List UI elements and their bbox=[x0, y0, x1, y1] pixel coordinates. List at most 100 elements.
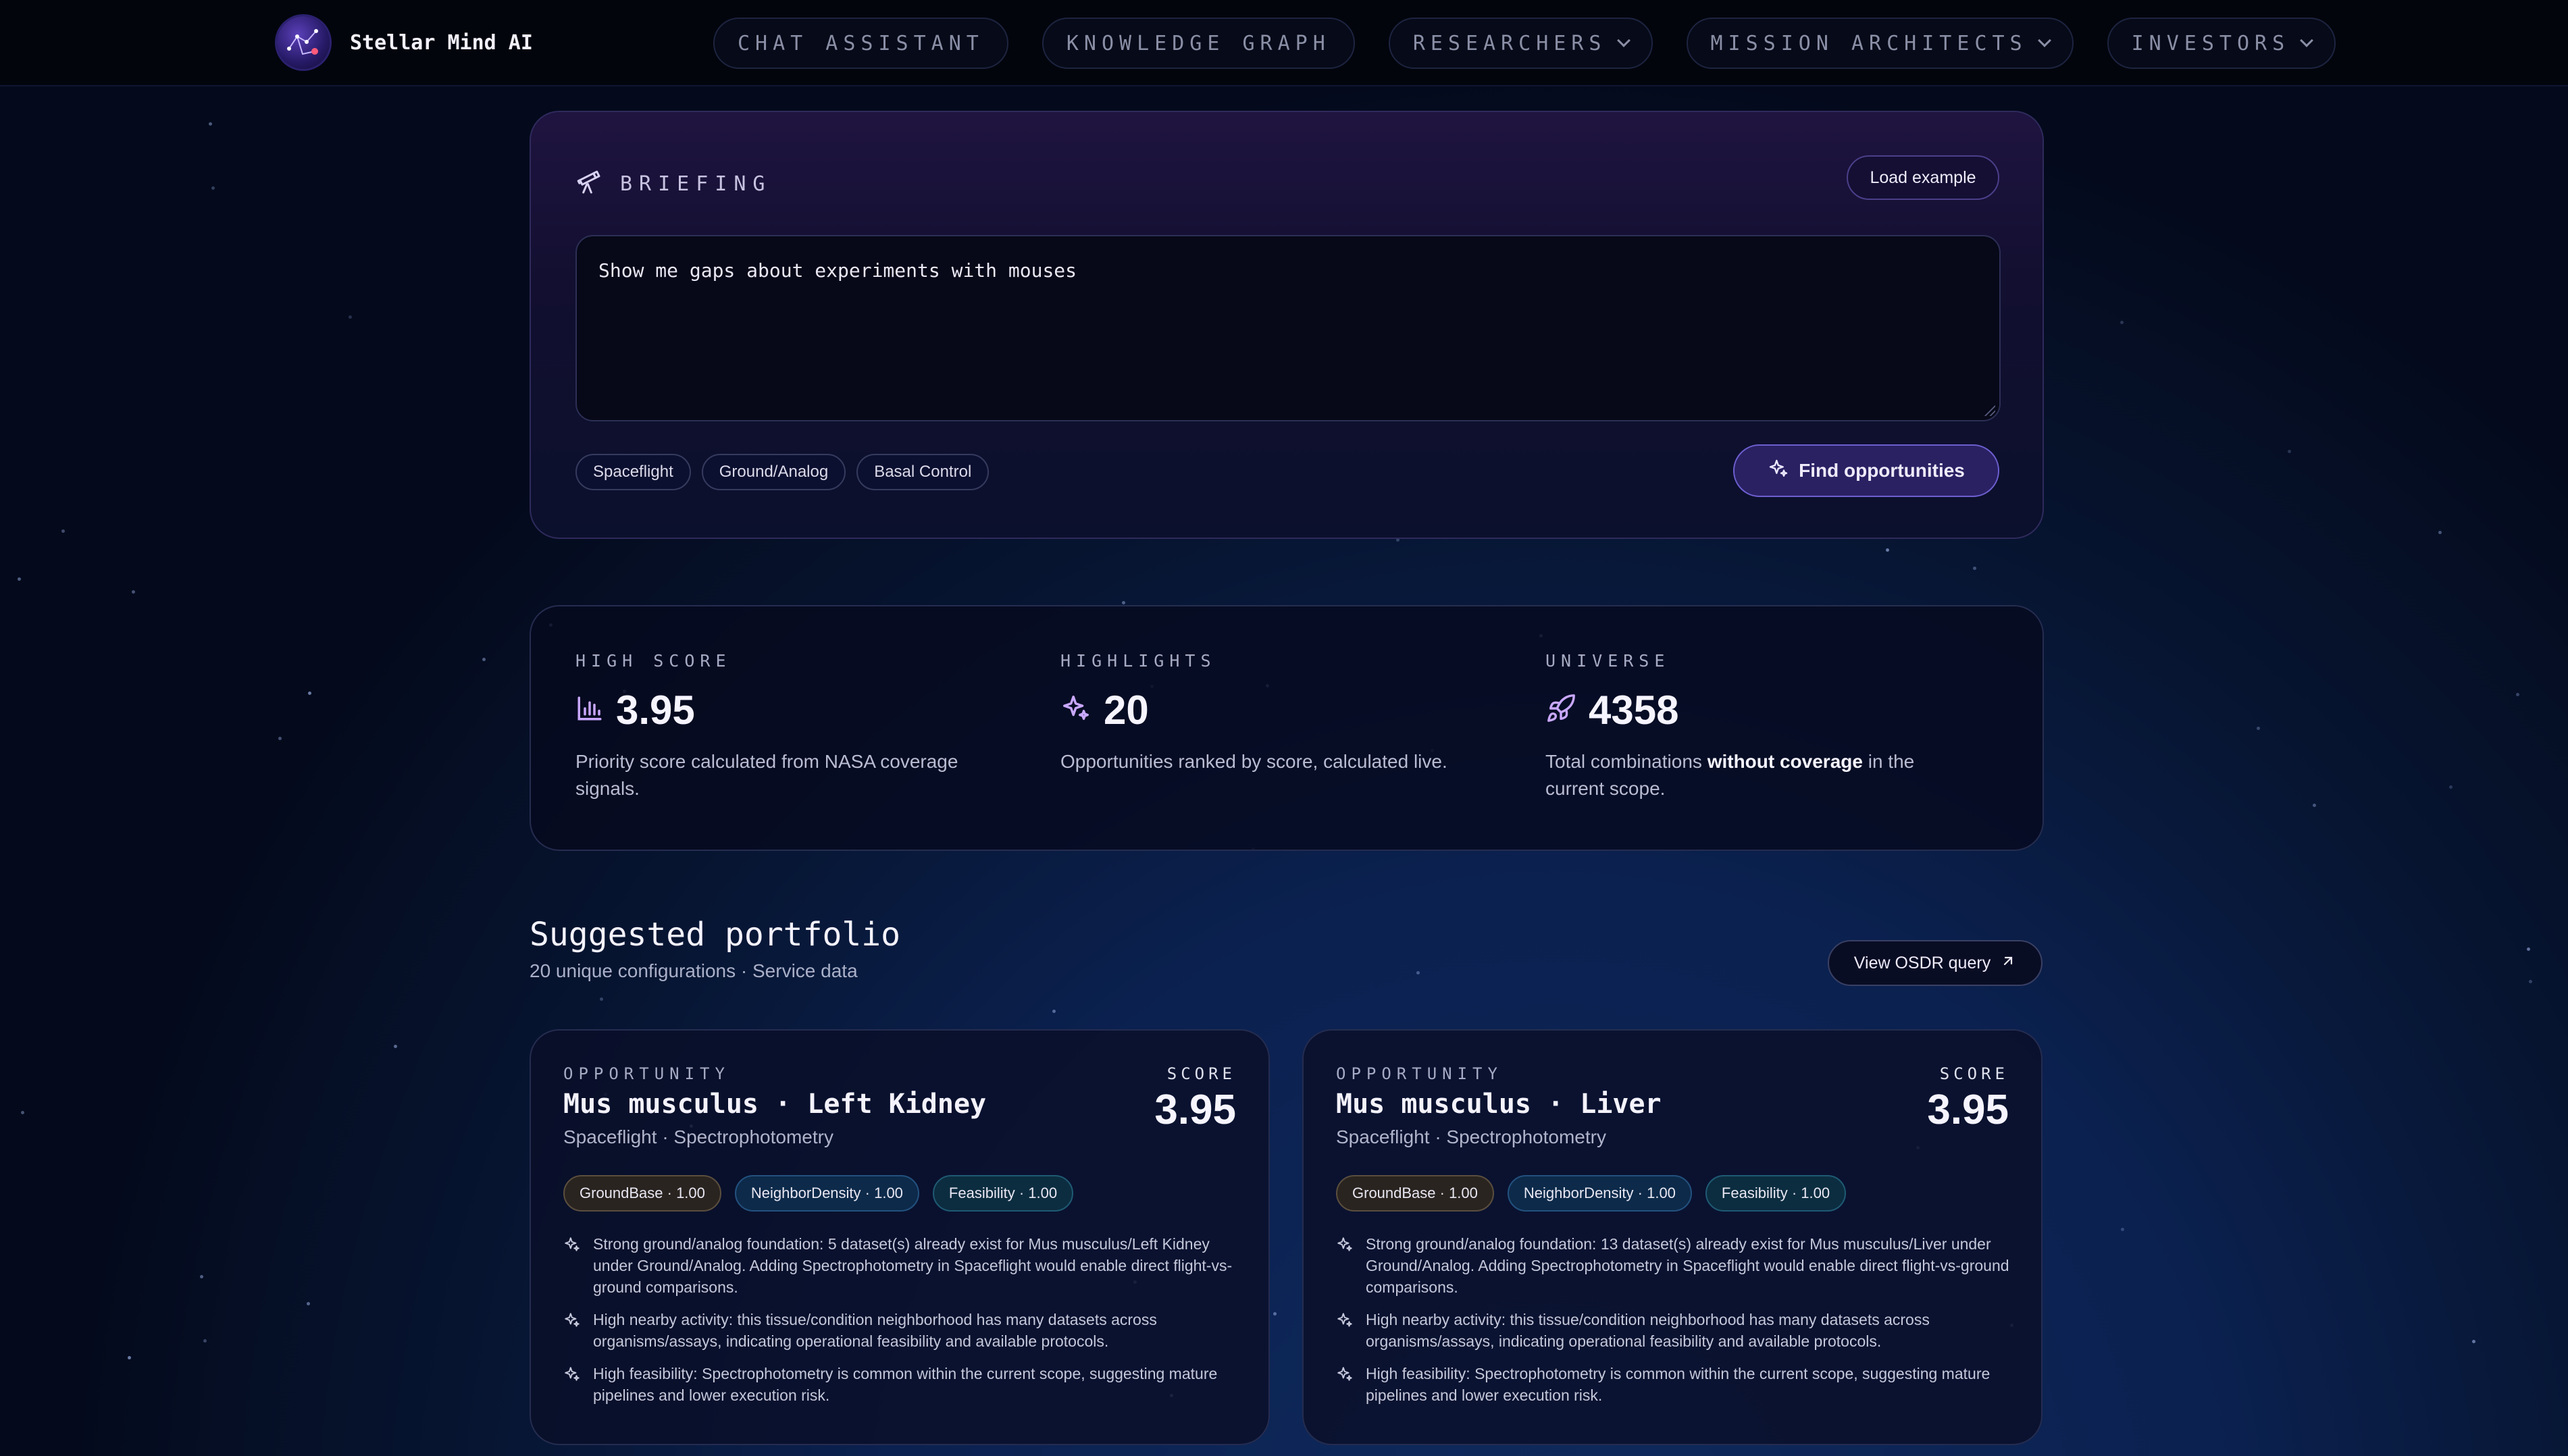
tag-groundbase: GroundBase · 1.00 bbox=[1336, 1175, 1494, 1212]
star-dot bbox=[2257, 727, 2260, 730]
star-dot bbox=[2288, 450, 2291, 453]
tag-feasibility: Feasibility · 1.00 bbox=[932, 1175, 1074, 1212]
nav-researchers[interactable]: RESEARCHERS bbox=[1388, 18, 1653, 69]
portfolio-title: Suggested portfolio bbox=[530, 916, 901, 954]
bullet-text: High feasibility: Spectrophotometry is c… bbox=[1366, 1365, 1991, 1404]
sparkle-icon bbox=[1336, 1366, 1354, 1406]
chip-spaceflight[interactable]: Spaceflight bbox=[575, 454, 691, 490]
bullet-text: High nearby activity: this tissue/condit… bbox=[593, 1311, 1157, 1350]
star-dot bbox=[2516, 693, 2519, 696]
chevron-down-icon bbox=[1616, 34, 1630, 47]
nav-knowledge-graph[interactable]: KNOWLEDGE GRAPH bbox=[1042, 18, 1355, 69]
score-value: 3.95 bbox=[1154, 1087, 1236, 1133]
stat-label: HIGH SCORE bbox=[575, 651, 731, 671]
star-dot bbox=[278, 737, 282, 740]
list-item: Strong ground/analog foundation: 13 data… bbox=[1336, 1233, 2011, 1298]
nav-mission-architects[interactable]: MISSION ARCHITECTS bbox=[1686, 18, 2074, 69]
opportunity-title: Mus musculus · Left Kidney bbox=[563, 1089, 987, 1120]
rocket-icon bbox=[1545, 693, 1576, 727]
sparkle-icon bbox=[563, 1366, 581, 1406]
stat-description: Opportunities ranked by score, calculate… bbox=[1060, 751, 1447, 772]
opportunity-label: OPPORTUNITY bbox=[563, 1064, 730, 1083]
nav-label: INVESTORS bbox=[2131, 31, 2290, 55]
chip-basal-control[interactable]: Basal Control bbox=[856, 454, 990, 490]
sparkle-icon bbox=[1768, 458, 1789, 484]
star-dot bbox=[1886, 548, 1889, 552]
opportunity-subtitle: Spaceflight · Spectrophotometry bbox=[1336, 1126, 1606, 1147]
star-dot bbox=[21, 1111, 24, 1114]
nav-label: CHAT ASSISTANT bbox=[738, 31, 984, 55]
chip-ground-analog[interactable]: Ground/Analog bbox=[701, 454, 846, 490]
list-item: High feasibility: Spectrophotometry is c… bbox=[563, 1363, 1239, 1406]
bullet-text: Strong ground/analog foundation: 13 data… bbox=[1366, 1235, 2009, 1296]
chevron-down-icon bbox=[2037, 34, 2051, 47]
star-dot bbox=[349, 315, 352, 319]
stat-label: HIGHLIGHTS bbox=[1060, 651, 1216, 671]
resize-handle-icon[interactable] bbox=[1983, 404, 1995, 416]
stat-value: 4358 bbox=[1589, 687, 1679, 733]
find-opportunities-label: Find opportunities bbox=[1799, 460, 1965, 481]
bar-chart-icon bbox=[575, 694, 604, 726]
list-item: High nearby activity: this tissue/condit… bbox=[1336, 1309, 2011, 1352]
find-opportunities-button[interactable]: Find opportunities bbox=[1733, 444, 1999, 497]
opportunity-title: Mus musculus · Liver bbox=[1336, 1089, 1662, 1120]
stat-high-score: HIGH SCORE 3.95 Priority score calculate… bbox=[575, 651, 1008, 802]
stats-panel: HIGH SCORE 3.95 Priority score calculate… bbox=[530, 605, 2044, 851]
tag-groundbase: GroundBase · 1.00 bbox=[563, 1175, 721, 1212]
score-label: SCORE bbox=[1939, 1064, 2009, 1083]
opportunity-card[interactable]: OPPORTUNITY Mus musculus · Liver Spacefl… bbox=[1302, 1029, 2043, 1445]
score-label: SCORE bbox=[1166, 1064, 1236, 1083]
stat-universe: UNIVERSE 4358 Total combinations without… bbox=[1545, 651, 1978, 802]
chevron-down-icon bbox=[2300, 34, 2314, 47]
stat-value: 3.95 bbox=[616, 687, 695, 733]
star-dot bbox=[203, 1339, 207, 1343]
top-navbar: Stellar Mind AI CHAT ASSISTANT KNOWLEDGE… bbox=[0, 0, 2568, 86]
tag-feasibility: Feasibility · 1.00 bbox=[1705, 1175, 1847, 1212]
nav-investors[interactable]: INVESTORS bbox=[2107, 18, 2336, 69]
star-dot bbox=[600, 997, 603, 1001]
star-dot bbox=[2313, 804, 2316, 807]
star-dot bbox=[2438, 531, 2442, 534]
stat-value: 20 bbox=[1104, 687, 1149, 733]
star-dot bbox=[1273, 1312, 1277, 1316]
sparkle-icon bbox=[563, 1236, 581, 1298]
star-dot bbox=[307, 1302, 310, 1305]
stat-description: Priority score calculated from NASA cove… bbox=[575, 751, 958, 799]
sparkle-icon bbox=[563, 1311, 581, 1352]
brand[interactable]: Stellar Mind AI bbox=[277, 16, 533, 69]
star-dot bbox=[308, 692, 311, 695]
load-example-button[interactable]: Load example bbox=[1847, 155, 1999, 200]
star-dot bbox=[2121, 1228, 2124, 1231]
query-textarea[interactable]: Show me gaps about experiments with mous… bbox=[575, 235, 2001, 421]
star-dot bbox=[18, 577, 21, 581]
star-dot bbox=[61, 529, 65, 533]
star-dot bbox=[394, 1045, 397, 1048]
portfolio-subtitle: 20 unique configurations · Service data bbox=[530, 960, 858, 981]
tag-neighbordensity: NeighborDensity · 1.00 bbox=[1507, 1175, 1692, 1212]
stat-label: UNIVERSE bbox=[1545, 651, 1670, 671]
query-text: Show me gaps about experiments with mous… bbox=[598, 259, 1077, 282]
logo-icon bbox=[277, 16, 330, 69]
star-dot bbox=[211, 186, 215, 190]
view-osdr-query-button[interactable]: View OSDR query bbox=[1828, 940, 2043, 986]
stat-highlights: HIGHLIGHTS 20 Opportunities ranked by sc… bbox=[1060, 651, 1493, 775]
opportunity-subtitle: Spaceflight · Spectrophotometry bbox=[563, 1126, 833, 1147]
list-item: High feasibility: Spectrophotometry is c… bbox=[1336, 1363, 2011, 1406]
opportunity-card[interactable]: OPPORTUNITY Mus musculus · Left Kidney S… bbox=[530, 1029, 1270, 1445]
nav-chat-assistant[interactable]: CHAT ASSISTANT bbox=[713, 18, 1008, 69]
star-dot bbox=[1416, 971, 1420, 974]
telescope-icon bbox=[575, 169, 602, 199]
star-dot bbox=[2529, 980, 2532, 983]
briefing-title: BRIEFING bbox=[620, 172, 772, 196]
star-dot bbox=[128, 1356, 131, 1359]
sparkle-icon bbox=[1336, 1236, 1354, 1298]
brand-name: Stellar Mind AI bbox=[350, 30, 533, 55]
score-value: 3.95 bbox=[1927, 1087, 2009, 1133]
nav-label: MISSION ARCHITECTS bbox=[1710, 31, 2028, 55]
nav-label: KNOWLEDGE GRAPH bbox=[1066, 31, 1331, 55]
star-dot bbox=[2449, 785, 2453, 789]
star-dot bbox=[2120, 321, 2124, 324]
star-dot bbox=[2527, 947, 2530, 951]
star-dot bbox=[209, 122, 212, 126]
arrow-up-right-icon bbox=[2000, 953, 2016, 974]
